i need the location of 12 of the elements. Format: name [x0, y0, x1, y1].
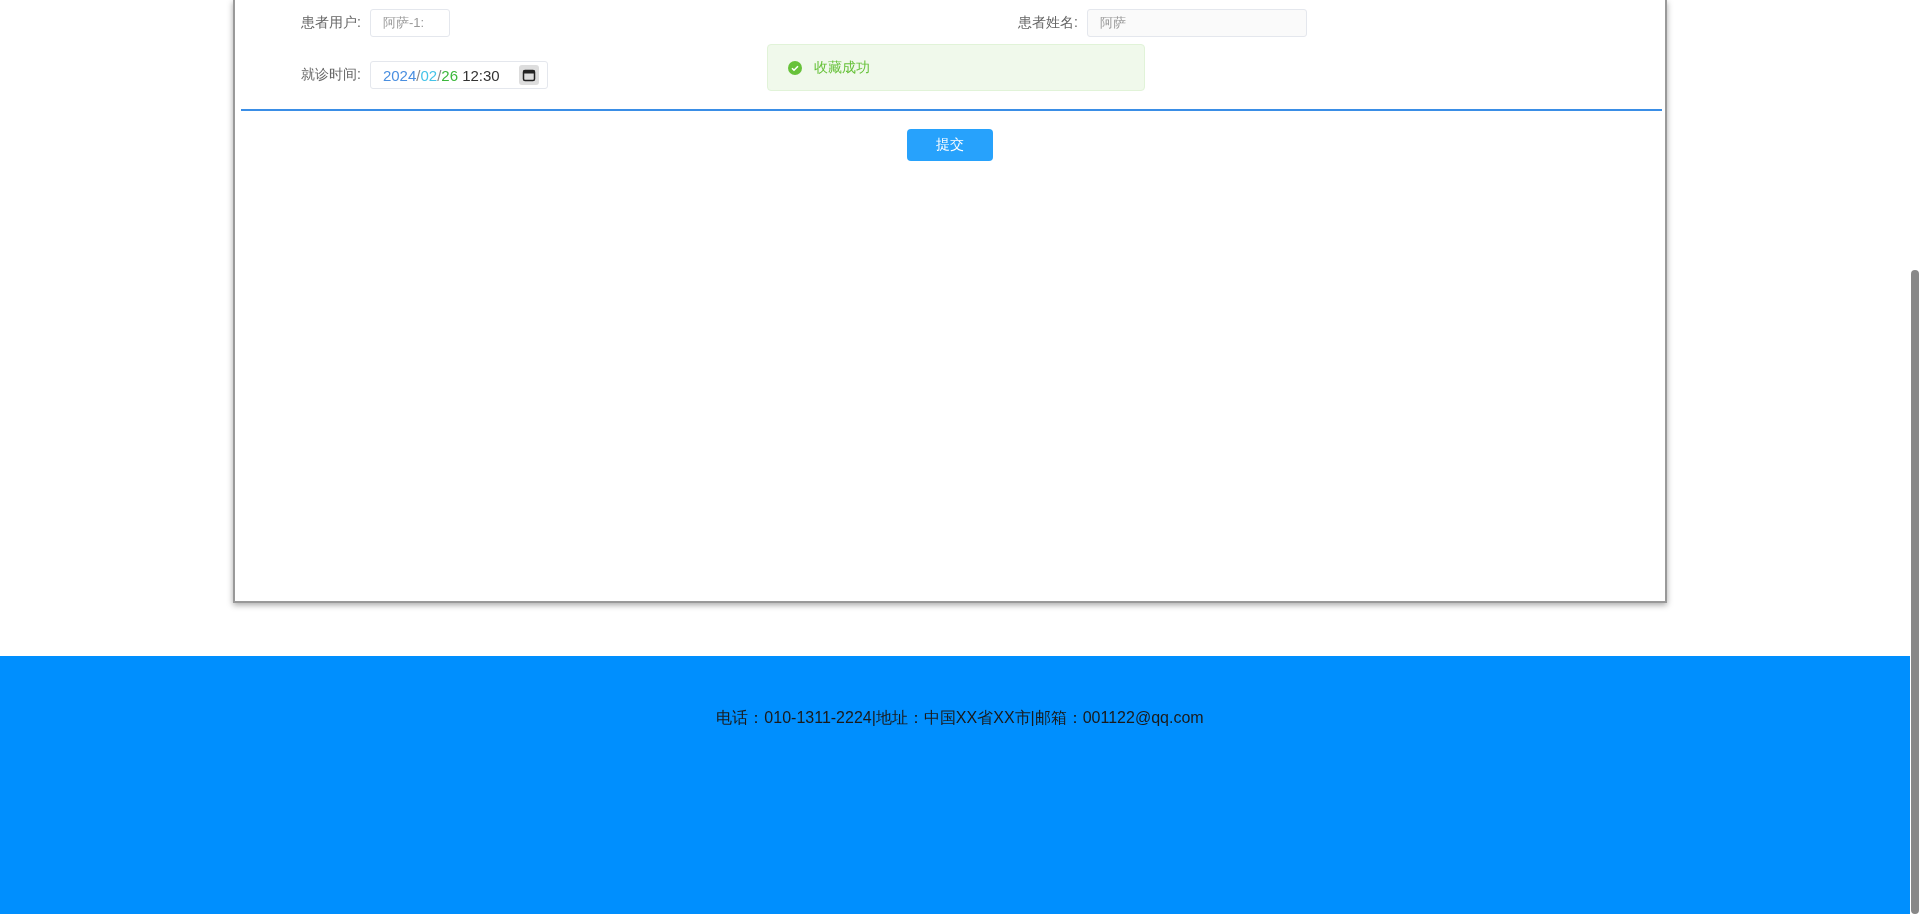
success-icon — [788, 60, 802, 75]
field-label: 患者用户: — [301, 14, 361, 32]
calendar-icon[interactable] — [518, 65, 539, 85]
field-label: 就诊时间: — [301, 66, 361, 84]
scrollbar-thumb[interactable] — [1911, 270, 1919, 914]
submit-button[interactable]: 提交 — [907, 129, 993, 161]
toast-message: 收藏成功 — [814, 58, 870, 77]
footer-text: 电话：010-1311-2224|地址：中国XX省XX市|邮箱：001122@qq.com — [716, 708, 1204, 728]
date-field[interactable]: 2024/02/26 12:30 — [369, 61, 548, 89]
field-label: 患者姓名: — [1018, 14, 1078, 32]
text-field[interactable]: 阿萨 — [1087, 9, 1307, 37]
text-field[interactable]: 阿萨-1: — [369, 9, 450, 37]
